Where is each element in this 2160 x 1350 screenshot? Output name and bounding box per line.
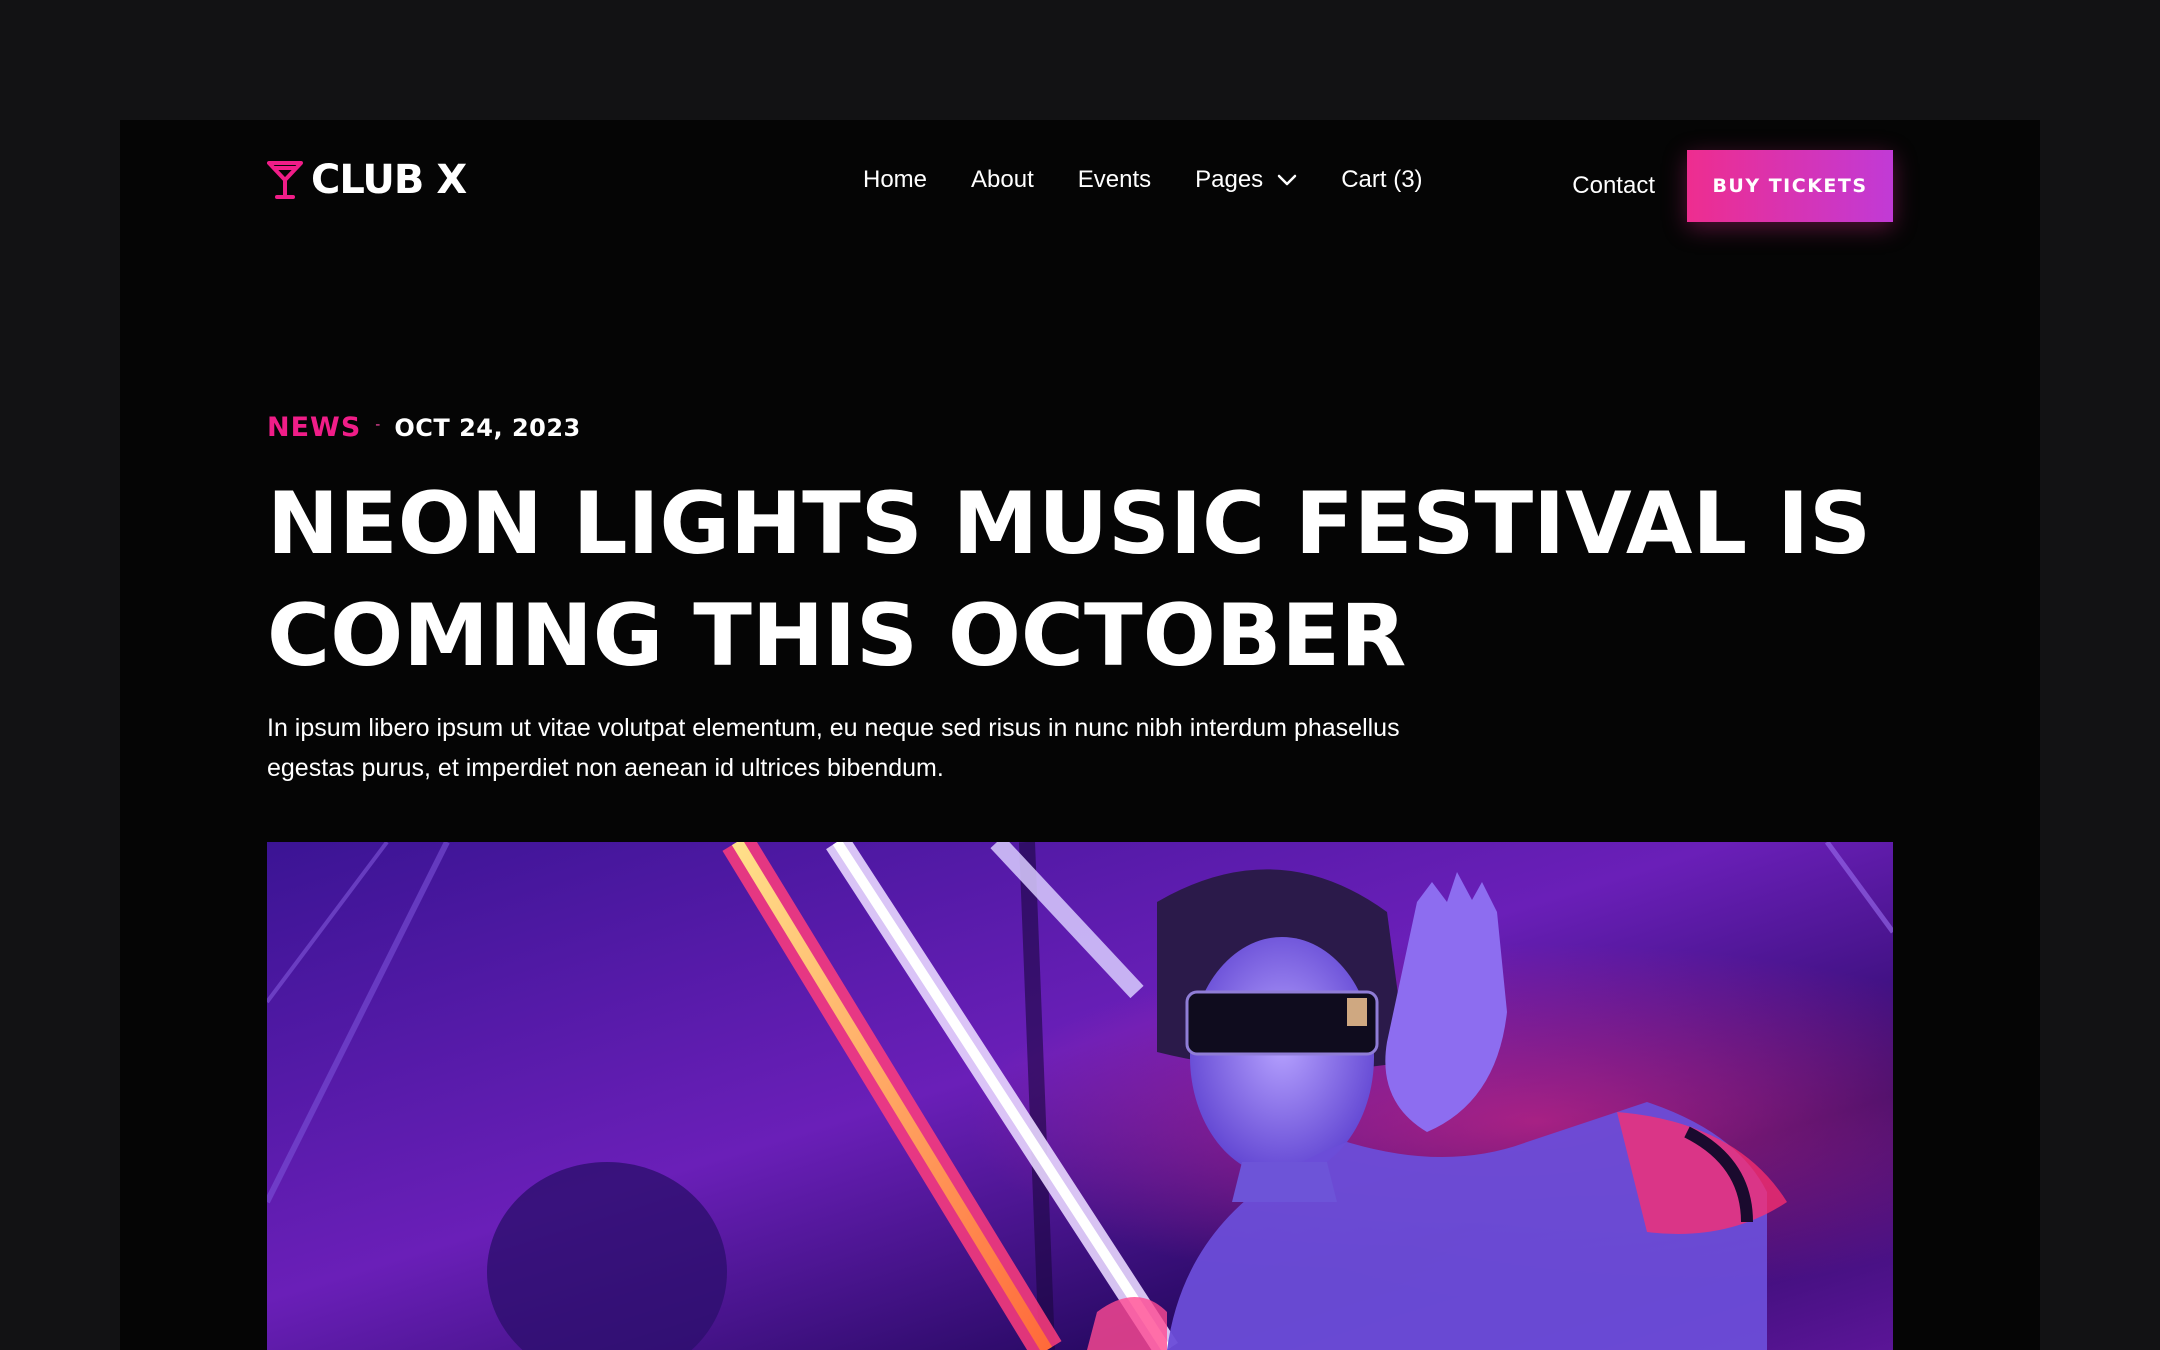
hero-image (267, 842, 1893, 1350)
nav-item-about[interactable]: About (971, 166, 1034, 194)
nav-item-events[interactable]: Events (1078, 166, 1151, 194)
page-frame: CLUB X Home About Events Pages Cart (3) (120, 120, 2040, 1350)
logo[interactable]: CLUB X (267, 157, 467, 203)
article-lede: In ipsum libero ipsum ut vitae volutpat … (267, 708, 1467, 788)
article-title-line-1: NEON LIGHTS MUSIC FESTIVAL IS (267, 474, 1872, 574)
main-nav: Home About Events Pages Cart (3) (863, 166, 1423, 194)
publish-date: OCT 24, 2023 (394, 413, 581, 442)
category-tag[interactable]: NEWS (267, 412, 361, 443)
article-title-line-2: COMING THIS OCTOBER (267, 586, 1407, 686)
nav-item-label: Events (1077, 166, 1152, 193)
nav-item-cart[interactable]: Cart (3) (1341, 166, 1422, 194)
article-title: NEON LIGHTS MUSIC FESTIVAL IS COMING THI… (267, 468, 1917, 692)
nav-item-label: Cart (3) (1341, 166, 1423, 193)
hero-photo-illustration (267, 842, 1893, 1350)
buy-tickets-button[interactable]: BUY TICKETS (1687, 150, 1893, 222)
meta-separator: - (375, 416, 381, 433)
nav-item-label: About (971, 166, 1034, 193)
chevron-down-icon (1277, 174, 1297, 186)
cocktail-glass-icon (267, 161, 303, 199)
article-lede-line-2: egestas purus, et imperdiet non aenean i… (267, 754, 944, 782)
nav-item-pages-dropdown[interactable]: Pages (1195, 166, 1297, 194)
contact-link[interactable]: Contact (1572, 172, 1655, 200)
logo-text: CLUB X (311, 157, 467, 203)
nav-item-home[interactable]: Home (863, 166, 927, 194)
nav-item-label: Pages (1195, 166, 1264, 193)
site-header: CLUB X Home About Events Pages Cart (3) (267, 150, 1893, 222)
article-meta: NEWS - OCT 24, 2023 (267, 412, 581, 443)
article-lede-line-1: In ipsum libero ipsum ut vitae volutpat … (267, 714, 1400, 742)
nav-item-label: Home (863, 166, 928, 193)
